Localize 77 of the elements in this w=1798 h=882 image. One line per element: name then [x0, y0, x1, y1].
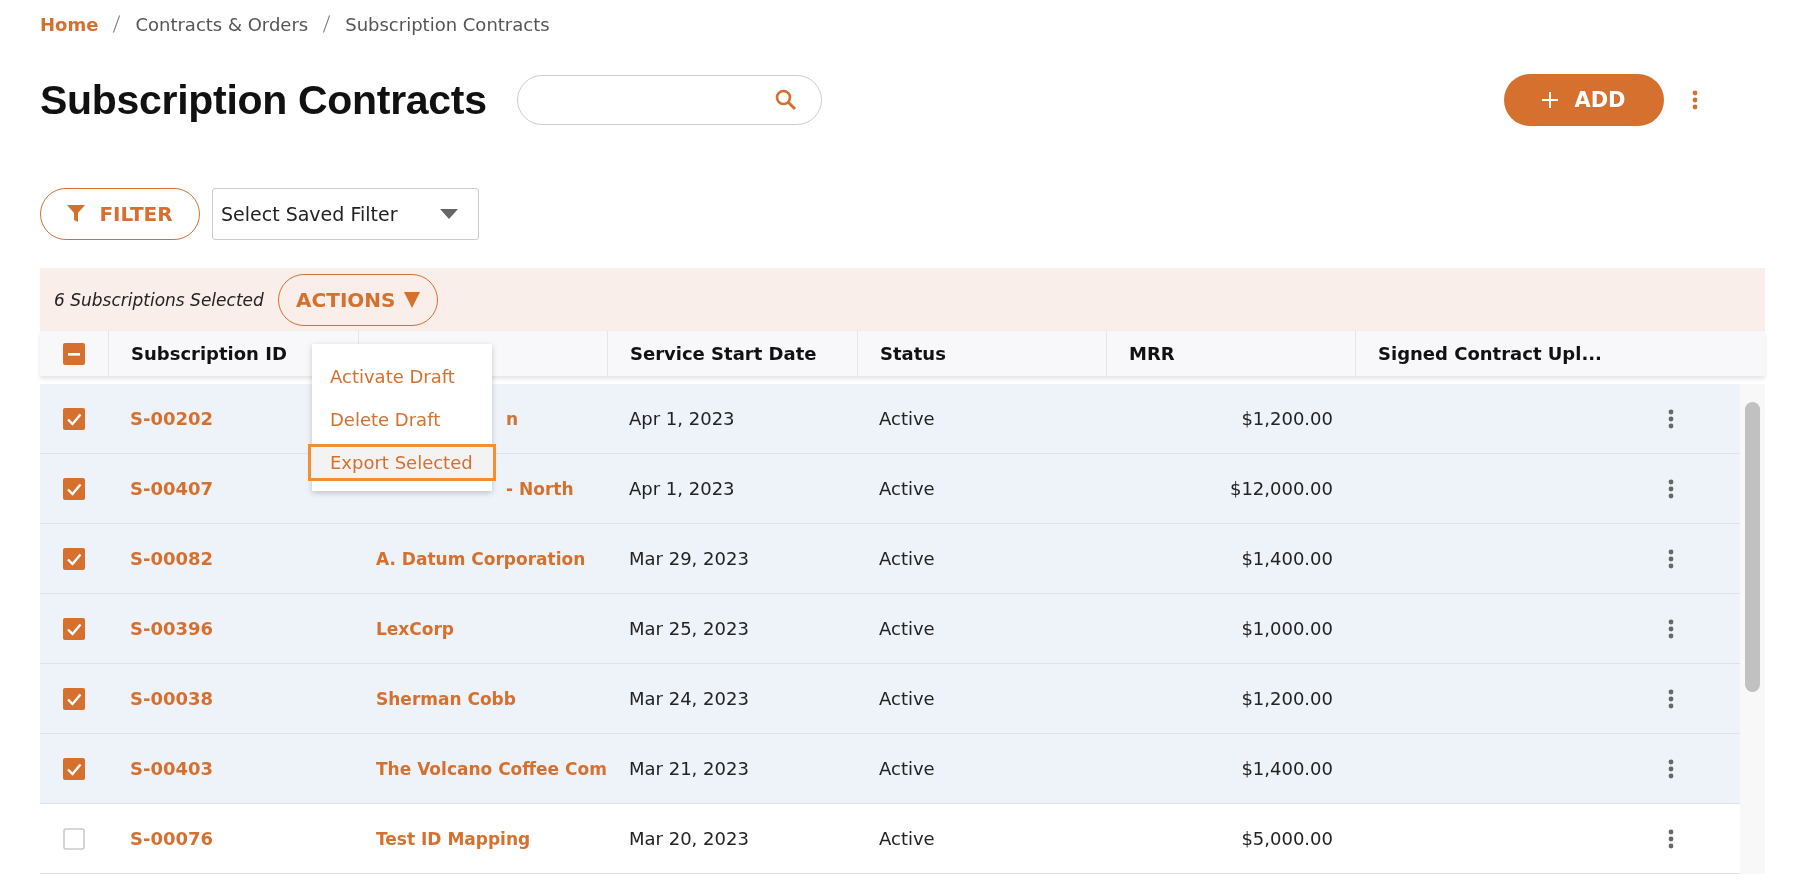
checkbox[interactable]: [63, 827, 85, 850]
more-icon[interactable]: [1668, 478, 1674, 499]
selection-summary: 6 Subscriptions Selected: [54, 289, 264, 310]
table-cell: $1,000.00: [1241, 618, 1333, 639]
checkbox[interactable]: [63, 342, 85, 365]
table-cell: Active: [879, 408, 935, 429]
search-field[interactable]: [517, 75, 822, 125]
filter-icon: [67, 205, 86, 223]
account-link[interactable]: A. Datum Corporation: [376, 548, 586, 569]
menu-item[interactable]: Export Selected: [308, 444, 496, 481]
scrollbar-thumb[interactable]: [1745, 402, 1760, 692]
subscription-link[interactable]: S-00396: [130, 618, 214, 639]
column-header[interactable]: Signed Contract Upl...: [1378, 343, 1602, 364]
more-icon[interactable]: [1668, 758, 1674, 779]
breadcrumb-item: Contracts & Orders: [135, 13, 309, 35]
table-cell: Active: [879, 688, 935, 709]
table-cell: Apr 1, 2023: [629, 478, 735, 499]
column-header[interactable]: Subscription ID: [131, 343, 287, 364]
table-row[interactable]: S-00396 LexCorp Mar 25, 2023 Active $1,000.00: [40, 594, 1740, 664]
table-cell: Active: [879, 548, 935, 569]
subscription-link[interactable]: S-00202: [130, 408, 214, 429]
table-cell: Mar 24, 2023: [629, 688, 749, 709]
table-cell: $1,400.00: [1241, 548, 1333, 569]
table-cell: Active: [879, 758, 935, 779]
table-cell: Apr 1, 2023: [629, 408, 735, 429]
add-button[interactable]: ADD: [1504, 74, 1664, 126]
table-row[interactable]: S-00038 Sherman Cobb Mar 24, 2023 Active $1,200.00: [40, 664, 1740, 734]
column-header[interactable]: MRR: [1129, 343, 1175, 364]
table-cell: Active: [879, 828, 935, 849]
checkbox[interactable]: [63, 407, 85, 430]
subscription-link[interactable]: S-00076: [130, 828, 214, 849]
column-header[interactable]: Status: [880, 343, 946, 364]
table-cell: $1,400.00: [1241, 758, 1333, 779]
checkbox[interactable]: [63, 757, 85, 780]
account-link[interactable]: - North: [506, 478, 574, 499]
more-icon[interactable]: [1668, 408, 1674, 429]
table-cell: Mar 20, 2023: [629, 828, 749, 849]
table-cell: Active: [879, 618, 935, 639]
account-link[interactable]: LexCorp: [376, 618, 455, 639]
saved-filter-dropdown[interactable]: Select Saved Filter: [212, 188, 479, 240]
subscription-link[interactable]: S-00082: [130, 548, 214, 569]
table-cell: Active: [879, 478, 935, 499]
plus-icon: [1542, 92, 1559, 108]
subscription-link[interactable]: S-00038: [130, 688, 214, 709]
table-cell: Mar 25, 2023: [629, 618, 749, 639]
table-cell: $1,200.00: [1241, 688, 1333, 709]
table-cell: Mar 21, 2023: [629, 758, 749, 779]
more-icon[interactable]: [1668, 618, 1674, 639]
table-cell: $12,000.00: [1229, 478, 1333, 499]
breadcrumb-link[interactable]: Home: [40, 13, 99, 35]
account-link[interactable]: Test ID Mapping: [376, 828, 531, 849]
checkbox[interactable]: [63, 477, 85, 500]
more-icon[interactable]: [1668, 688, 1674, 709]
subscription-link[interactable]: S-00407: [130, 478, 214, 499]
table-cell: $5,000.00: [1241, 828, 1333, 849]
table-cell: $1,200.00: [1241, 408, 1333, 429]
table-row[interactable]: S-00403 The Volcano Coffee Com Mar 21, 2023 Active $1,400.00: [40, 734, 1740, 804]
account-link[interactable]: The Volcano Coffee Com: [376, 758, 607, 779]
checkbox[interactable]: [63, 617, 85, 640]
filter-button[interactable]: FILTER: [40, 188, 200, 240]
caret-icon: [403, 291, 420, 308]
search-icon: [775, 89, 797, 111]
account-link[interactable]: Sherman Cobb: [376, 688, 516, 709]
subscription-link[interactable]: S-00403: [130, 758, 214, 779]
checkbox[interactable]: [63, 687, 85, 710]
page-title: Subscription Contracts: [40, 76, 488, 124]
menu-item[interactable]: Delete Draft: [308, 401, 496, 438]
more-icon[interactable]: [1668, 548, 1674, 569]
account-link[interactable]: n: [506, 408, 519, 429]
table-cell: Mar 29, 2023: [629, 548, 749, 569]
more-icon[interactable]: [1692, 90, 1698, 110]
breadcrumb-item: Subscription Contracts: [345, 13, 550, 35]
table-row[interactable]: S-00082 A. Datum Corporation Mar 29, 2023 Active $1,400.00: [40, 524, 1740, 594]
checkbox[interactable]: [63, 547, 85, 570]
column-header[interactable]: Service Start Date: [630, 343, 817, 364]
caret-icon: [440, 209, 458, 219]
more-icon[interactable]: [1668, 828, 1674, 849]
